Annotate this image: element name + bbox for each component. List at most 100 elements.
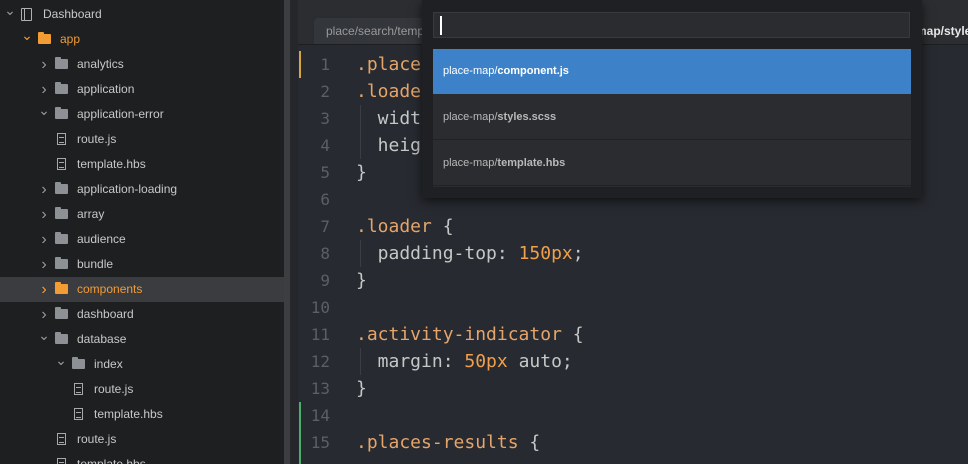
folder-icon: [55, 232, 68, 244]
folder-icon: [55, 107, 68, 119]
tree-folder-item[interactable]: ⌄ index: [0, 352, 284, 377]
tree-item-label: index: [94, 357, 123, 371]
folder-icon: [55, 82, 68, 94]
folder-icon: [55, 57, 68, 69]
code-line[interactable]: }: [356, 375, 367, 402]
line-number: 12: [310, 352, 330, 371]
folder-icon: [38, 32, 51, 44]
text-caret: [440, 16, 442, 35]
folder-icon: [55, 282, 68, 294]
code-line[interactable]: .loade: [356, 78, 421, 105]
tree-file-item[interactable]: template.hbs: [0, 402, 284, 427]
tree-folder-item[interactable]: ⌄ application-error: [0, 102, 284, 127]
file-icon: [74, 383, 83, 395]
tree-file-item[interactable]: route.js: [0, 377, 284, 402]
chevron-right-icon[interactable]: ›: [38, 252, 50, 277]
chevron-down-icon[interactable]: ⌄: [4, 0, 16, 23]
tree-file-item[interactable]: route.js: [0, 427, 284, 452]
line-number-gutter: 1 2 3 4 5 6 7 8 9 10 11 12 13 14 15: [298, 45, 344, 464]
tree-item-label: dashboard: [77, 307, 134, 321]
tree-file-item[interactable]: template.hbs: [0, 452, 284, 464]
folder-icon: [55, 182, 68, 194]
chevron-down-icon[interactable]: ⌄: [38, 323, 50, 348]
file-icon: [74, 408, 83, 420]
tree-item-label: application-error: [77, 107, 164, 121]
result-path: place-map/: [443, 157, 498, 169]
line-number: 10: [310, 298, 330, 317]
tree-item-label: app: [60, 32, 81, 46]
tree-item-label: template.hbs: [77, 157, 146, 171]
indent-guide: [360, 240, 361, 267]
chevron-right-icon[interactable]: ›: [38, 277, 50, 302]
file-icon: [57, 458, 66, 464]
chevron-right-icon[interactable]: ›: [38, 177, 50, 202]
code-line[interactable]: }: [356, 159, 367, 186]
folder-icon: [55, 332, 68, 344]
indent-guide: [360, 105, 361, 159]
tree-item-label: bundle: [77, 257, 114, 271]
folder-icon: [72, 357, 85, 369]
tree-folder-item[interactable]: ⌄ app: [0, 27, 284, 52]
tree-item-label: audience: [77, 232, 126, 246]
tree-folder-item[interactable]: › application-loading: [0, 177, 284, 202]
line-number: 15: [310, 433, 330, 452]
tree-folder-item[interactable]: › array: [0, 202, 284, 227]
tree-item-label: components: [77, 282, 143, 296]
tree-item-label: route.js: [77, 432, 117, 446]
quick-open-result[interactable]: place-map/template.hbs: [433, 141, 911, 186]
line-number: 8: [320, 244, 330, 263]
tree-item-label: Dashboard: [43, 7, 102, 21]
tree-item-label: application: [77, 82, 135, 96]
tree-item-label: analytics: [77, 57, 124, 71]
tree-folder-item[interactable]: › bundle: [0, 252, 284, 277]
code-line[interactable]: }: [356, 267, 367, 294]
repository-icon: [21, 8, 32, 21]
result-filename: component.js: [497, 65, 569, 77]
folder-icon: [55, 257, 68, 269]
tree-item-label: database: [77, 332, 127, 346]
line-number: 14: [310, 406, 330, 425]
chevron-down-icon[interactable]: ⌄: [55, 348, 67, 373]
line-number: 11: [310, 325, 330, 344]
tree-folder-item[interactable]: ⌄ database: [0, 327, 284, 352]
code-line[interactable]: .loader {: [356, 213, 454, 240]
code-line[interactable]: heig: [356, 132, 421, 159]
chevron-down-icon[interactable]: ⌄: [21, 23, 33, 48]
code-line[interactable]: .places-results {: [356, 429, 540, 456]
chevron-right-icon[interactable]: ›: [38, 227, 50, 252]
indent-guide: [360, 348, 361, 375]
tree-file-item[interactable]: route.js: [0, 127, 284, 152]
tree-folder-item[interactable]: › analytics: [0, 52, 284, 77]
folder-icon: [55, 307, 68, 319]
line-number: 9: [320, 271, 330, 290]
folder-icon: [55, 207, 68, 219]
result-filename: styles.scss: [497, 111, 557, 123]
tree-item-label: route.js: [77, 132, 117, 146]
quick-open-input[interactable]: [433, 12, 910, 38]
pane-divider[interactable]: [290, 0, 298, 464]
line-number: 3: [320, 109, 330, 128]
file-icon: [57, 158, 66, 170]
code-line[interactable]: widt: [356, 105, 421, 132]
line-number: 6: [320, 190, 330, 209]
code-line[interactable]: padding-top: 150px;: [356, 240, 584, 267]
file-icon: [57, 133, 66, 145]
tree-folder-item[interactable]: ⌄ Dashboard: [0, 2, 284, 27]
line-number: 4: [320, 136, 330, 155]
tree-folder-item[interactable]: › audience: [0, 227, 284, 252]
tree-folder-item[interactable]: › components: [0, 277, 284, 302]
quick-open-result[interactable]: place-map/styles.scss: [433, 95, 911, 140]
result-filename: template.hbs: [497, 157, 566, 169]
code-line[interactable]: margin: 50px auto;: [356, 348, 573, 375]
file-icon: [57, 433, 66, 445]
quick-open-result[interactable]: place-map/component.js: [433, 49, 911, 94]
chevron-down-icon[interactable]: ⌄: [38, 98, 50, 123]
file-tree-sidebar: ⌄ Dashboard ⌄ app › analytics › application ⌄ app…: [0, 0, 284, 464]
line-number: 2: [320, 82, 330, 101]
tree-file-item[interactable]: template.hbs: [0, 152, 284, 177]
code-line[interactable]: .activity-indicator {: [356, 321, 584, 348]
chevron-right-icon[interactable]: ›: [38, 202, 50, 227]
chevron-right-icon[interactable]: ›: [38, 52, 50, 77]
code-line[interactable]: .place: [356, 51, 421, 78]
result-path: place-map/: [443, 65, 498, 77]
